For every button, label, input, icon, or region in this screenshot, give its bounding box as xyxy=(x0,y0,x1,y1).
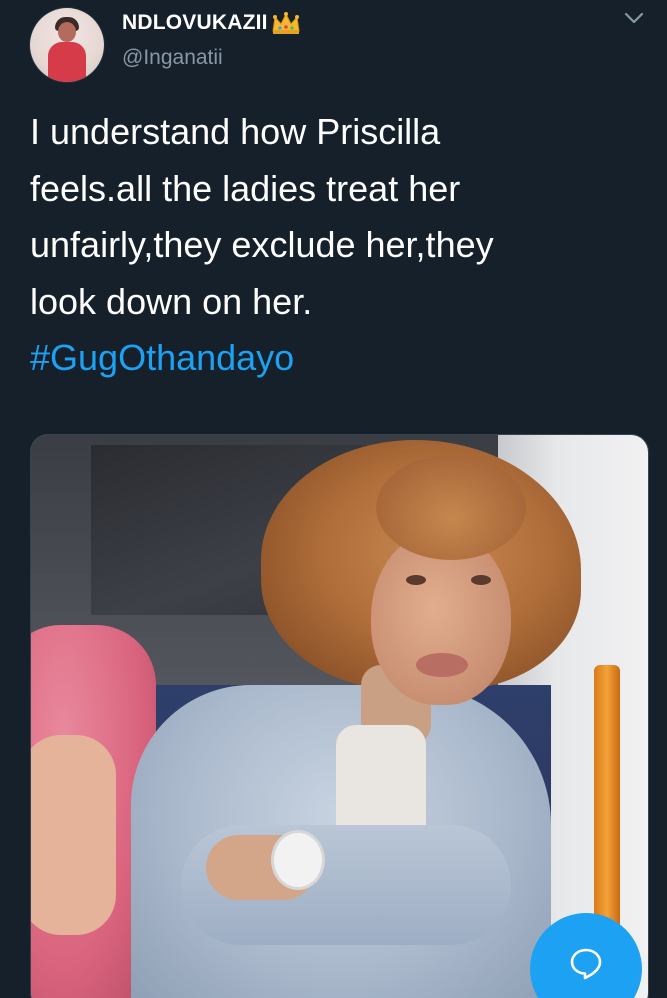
display-name[interactable]: NDLOVUKAZII xyxy=(122,11,301,35)
avatar[interactable] xyxy=(30,8,104,82)
photo-watch xyxy=(271,830,325,890)
photo-eye xyxy=(406,575,426,585)
photo-lips xyxy=(416,653,468,677)
tweet-text-line: look down on her. xyxy=(30,280,313,322)
tweet-text-line: unfairly,they exclude her,they xyxy=(30,224,494,265)
display-name-text: NDLOVUKAZII xyxy=(122,11,268,34)
tweet-text-line: feels.all the ladies treat her xyxy=(30,167,461,209)
tweet-card: NDLOVUKAZII @Inganatii I understand how … xyxy=(0,0,667,998)
chevron-down-icon[interactable] xyxy=(623,10,645,26)
tweet-text-line: I understand how Priscilla xyxy=(30,111,441,152)
photo-person-left-arm xyxy=(31,735,116,935)
crown-emoji-icon xyxy=(271,11,301,35)
photo-content xyxy=(31,435,648,998)
reply-bubble-icon xyxy=(570,948,602,980)
avatar-body xyxy=(48,42,86,82)
avatar-head xyxy=(58,22,76,42)
tweet-photo[interactable] xyxy=(30,434,649,998)
handle[interactable]: @Inganatii xyxy=(122,46,223,70)
hashtag-link[interactable]: #GugOthandayo xyxy=(30,330,640,387)
photo-eye xyxy=(471,575,491,585)
tweet-text: I understand how Priscilla feels.all the… xyxy=(30,104,640,387)
photo-hair-front xyxy=(376,455,526,560)
